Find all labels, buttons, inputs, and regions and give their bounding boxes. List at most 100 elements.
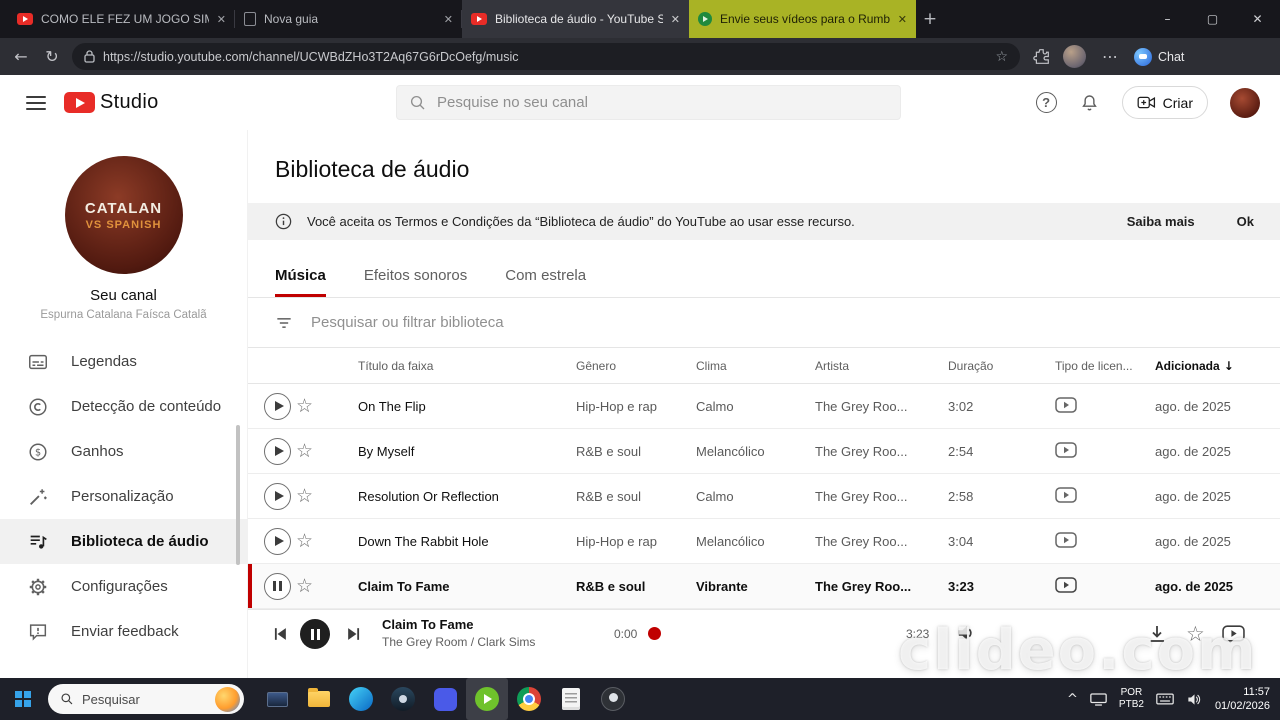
notifications-bell-icon[interactable] (1079, 92, 1100, 114)
bookmark-star-icon[interactable]: ☆ (995, 49, 1008, 65)
back-icon[interactable]: ← (10, 47, 32, 66)
taskbar-app-file-explorer[interactable] (298, 678, 340, 720)
header-titulo[interactable]: Título da faixa (346, 359, 576, 373)
track-row-playing[interactable]: ☆ Claim To Fame R&B e soul Vibrante The … (248, 564, 1280, 609)
channel-avatar[interactable] (1230, 87, 1260, 118)
player-star-icon[interactable]: ☆ (1186, 622, 1205, 646)
search-highlight-icon[interactable] (215, 686, 240, 712)
clock[interactable]: 11:57 01/02/2026 (1215, 685, 1270, 714)
current-time: 0:00 (614, 627, 638, 641)
filter-bar[interactable] (248, 298, 1280, 348)
taskbar-app-steam[interactable] (382, 678, 424, 720)
minimize-button[interactable]: – (1145, 0, 1190, 38)
chat-button[interactable]: Chat (1134, 47, 1184, 66)
track-row[interactable]: ☆ Resolution Or Reflection R&B e soul Ca… (248, 474, 1280, 519)
taskbar-search-input[interactable] (82, 691, 192, 707)
tab-com-estrela[interactable]: Com estrela (505, 267, 586, 297)
player-license-icon[interactable] (1222, 625, 1245, 647)
ok-button[interactable]: Ok (1237, 214, 1254, 229)
address-bar[interactable]: https://studio.youtube.com/channel/UCWBd… (72, 43, 1020, 70)
header-artista[interactable]: Artista (815, 359, 948, 373)
play-button[interactable] (264, 527, 291, 555)
channel-avatar-large[interactable]: CATALAN VS SPANISH (64, 156, 183, 274)
sidebar-item-legendas[interactable]: Legendas (0, 339, 247, 384)
volume-icon[interactable] (956, 623, 978, 648)
sidebar-item-enviar-feedback[interactable]: Enviar feedback (0, 609, 247, 654)
taskbar-app-discord[interactable] (424, 678, 466, 720)
help-icon[interactable]: ? (1035, 92, 1057, 113)
start-button[interactable] (0, 678, 46, 720)
channel-search-input[interactable] (437, 94, 888, 111)
browser-tab-active[interactable]: Biblioteca de áudio - YouTube Stu ✕ (462, 0, 689, 38)
track-row[interactable]: ☆ Down The Rabbit Hole Hip-Hop e rap Mel… (248, 519, 1280, 564)
tab-close-icon[interactable]: ✕ (444, 13, 453, 26)
browser-tab-2[interactable]: Nova guia ✕ (235, 0, 462, 38)
play-button[interactable] (264, 392, 291, 420)
taskbar-search[interactable] (48, 684, 244, 714)
browser-tab-rumble[interactable]: Envie seus vídeos para o Rumble ✕ (689, 0, 916, 38)
maximize-button[interactable]: ▢ (1190, 0, 1235, 38)
seek-knob[interactable] (648, 627, 661, 640)
pause-button[interactable] (264, 572, 291, 600)
studio-logo[interactable]: Studio (64, 91, 159, 114)
learn-more-button[interactable]: Saiba mais (1127, 214, 1195, 229)
browser-profile-avatar[interactable] (1063, 45, 1086, 68)
track-title[interactable]: By Myself (346, 444, 576, 459)
sidebar-item-configuracoes[interactable]: Configurações (0, 564, 247, 609)
star-icon[interactable]: ☆ (296, 440, 313, 462)
sidebar-item-personalizacao[interactable]: Personalização (0, 474, 247, 519)
taskbar-app-notepad[interactable] (550, 678, 592, 720)
taskbar-app-edge[interactable] (340, 678, 382, 720)
track-row[interactable]: ☆ By Myself R&B e soul Melancólico The G… (248, 429, 1280, 474)
channel-search-bar[interactable] (396, 85, 901, 120)
star-icon[interactable]: ☆ (296, 530, 313, 552)
track-title[interactable]: Down The Rabbit Hole (346, 534, 576, 549)
speaker-icon[interactable] (1186, 692, 1203, 707)
sidebar-item-biblioteca-de-audio[interactable]: Biblioteca de áudio (0, 519, 247, 564)
tray-monitor-icon[interactable] (1090, 692, 1107, 706)
tray-chevron-icon[interactable]: ^ (1067, 692, 1078, 707)
browser-tab-1[interactable]: COMO ELE FEZ UM JOGO SIMPLE ✕ (8, 0, 235, 38)
taskbar-app-chrome[interactable] (508, 678, 550, 720)
header-genero[interactable]: Gênero (576, 359, 696, 373)
new-tab-button[interactable]: + (916, 0, 944, 38)
header-tipo-licenca[interactable]: Tipo de licen... (1055, 359, 1155, 373)
star-icon[interactable]: ☆ (296, 395, 313, 417)
track-title[interactable]: On The Flip (346, 399, 576, 414)
taskbar-app-pc[interactable] (256, 678, 298, 720)
track-title[interactable]: Resolution Or Reflection (346, 489, 576, 504)
player-pause-button[interactable] (300, 619, 330, 649)
track-title[interactable]: Claim To Fame (346, 579, 576, 594)
tab-efeitos-sonoros[interactable]: Efeitos sonoros (364, 267, 467, 297)
tab-close-icon[interactable]: ✕ (898, 13, 907, 26)
extensions-puzzle-icon[interactable] (1033, 48, 1050, 65)
sidebar-item-ganhos[interactable]: $ Ganhos (0, 429, 247, 474)
star-icon[interactable]: ☆ (296, 575, 313, 597)
hamburger-menu-icon[interactable] (26, 95, 46, 110)
tab-close-icon[interactable]: ✕ (217, 13, 226, 26)
download-icon[interactable] (1146, 623, 1168, 650)
sidebar-item-deteccao[interactable]: Detecção de conteúdo (0, 384, 247, 429)
refresh-icon[interactable]: ↻ (41, 47, 63, 66)
sidebar-scrollbar[interactable] (236, 425, 240, 565)
touch-keyboard-icon[interactable] (1156, 693, 1174, 705)
header-adicionada[interactable]: Adicionada ↓ (1155, 359, 1280, 373)
taskbar-app-obs[interactable] (592, 678, 634, 720)
star-icon[interactable]: ☆ (296, 485, 313, 507)
browser-menu-icon[interactable]: ⋯ (1099, 47, 1121, 66)
play-button[interactable] (264, 482, 291, 510)
tab-musica[interactable]: Música (275, 267, 326, 297)
tab-close-icon[interactable]: ✕ (671, 13, 680, 26)
previous-track-icon[interactable] (270, 624, 290, 649)
next-track-icon[interactable] (344, 624, 364, 649)
create-button[interactable]: Criar (1121, 86, 1208, 119)
play-button[interactable] (264, 437, 291, 465)
edge-icon (349, 687, 373, 711)
close-button[interactable]: ✕ (1235, 0, 1280, 38)
track-row[interactable]: ☆ On The Flip Hip-Hop e rap Calmo The Gr… (248, 384, 1280, 429)
header-clima[interactable]: Clima (696, 359, 815, 373)
taskbar-app-rumble-active[interactable] (466, 678, 508, 720)
header-duracao[interactable]: Duração (948, 359, 1055, 373)
language-indicator[interactable]: POR PTB2 (1119, 687, 1144, 712)
filter-input[interactable] (311, 314, 1254, 331)
